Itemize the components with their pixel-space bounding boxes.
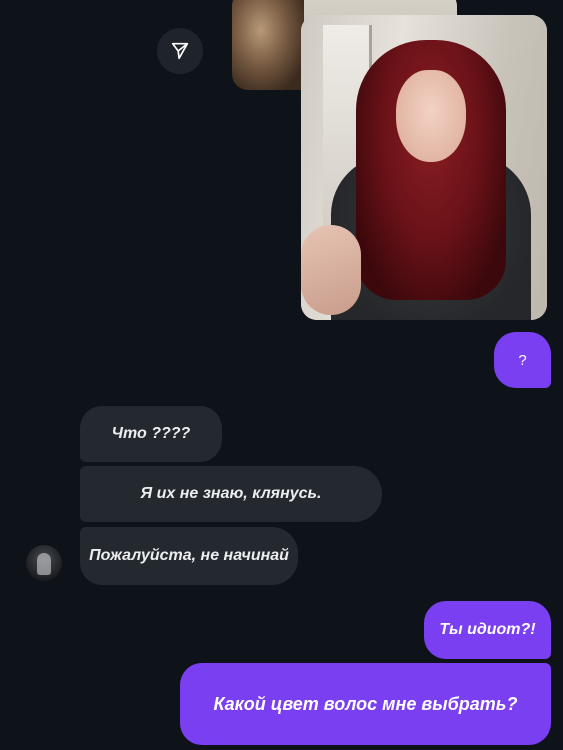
message-bubble-incoming[interactable]: Пожалуйста, не начинай [80,527,298,585]
photo-detail [396,70,466,162]
chat-screen: ? Что ???? Я их не знаю, клянусь. Пожалу… [0,0,563,750]
message-text: ? [518,351,527,369]
message-text: Что ???? [111,425,191,442]
message-text: Ты идиот?! [439,621,536,638]
forward-button[interactable] [157,28,203,74]
message-bubble-outgoing[interactable]: Ты идиот?! [424,601,551,659]
shared-photo[interactable] [301,15,547,320]
send-icon [171,42,189,60]
message-text: Я их не знаю, клянусь. [140,485,322,502]
message-text: Пожалуйста, не начинай [89,547,289,564]
photo-detail [301,225,361,315]
contact-avatar[interactable] [26,545,62,581]
message-bubble-incoming[interactable]: Я их не знаю, клянусь. [80,466,382,522]
message-text: Какой цвет волос мне выбрать? [213,693,518,714]
message-bubble-outgoing[interactable]: Какой цвет волос мне выбрать? [180,663,551,745]
photo-detail [232,0,304,90]
message-bubble-outgoing[interactable]: ? [494,332,551,388]
avatar-figure [37,553,51,575]
message-bubble-incoming[interactable]: Что ???? [80,406,222,462]
